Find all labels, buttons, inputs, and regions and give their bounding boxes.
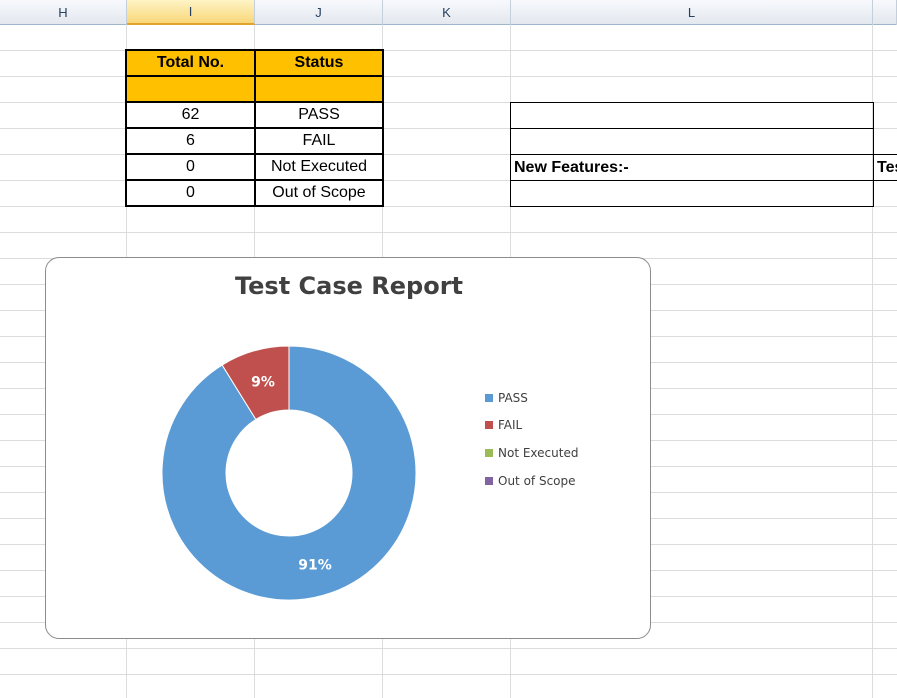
legend-swatch-pass [485, 394, 493, 402]
status-cell-out-of-scope[interactable]: Out of Scope [254, 179, 384, 207]
legend-item-fail: FAIL [485, 418, 522, 432]
column-header-i[interactable]: I [127, 0, 255, 25]
empty-header-cell-total[interactable] [125, 75, 256, 103]
legend-swatch-fail [485, 421, 493, 429]
column-header-k[interactable]: K [383, 0, 511, 25]
total-cell-not-executed[interactable]: 0 [125, 153, 256, 181]
data-label-fail: 9% [251, 375, 275, 391]
legend-label-out-of-scope: Out of Scope [498, 474, 576, 488]
total-cell-out-of-scope[interactable]: 0 [125, 179, 256, 207]
legend-item-not-executed: Not Executed [485, 446, 578, 460]
status-cell-not-executed[interactable]: Not Executed [254, 153, 384, 181]
status-cell-fail[interactable]: FAIL [254, 127, 384, 155]
legend-label-pass: PASS [498, 391, 528, 405]
l-cell-row2[interactable] [510, 128, 874, 155]
l-cell-row4[interactable] [510, 180, 874, 207]
total-cell-pass[interactable]: 62 [125, 101, 256, 129]
total-cell-fail[interactable]: 6 [125, 127, 256, 155]
legend-swatch-not-executed [485, 449, 493, 457]
l-cell-row1[interactable] [510, 102, 874, 129]
new-features-cell[interactable]: New Features:- [510, 154, 874, 181]
data-label-pass: 91% [298, 557, 332, 573]
column-header-l[interactable]: L [511, 0, 873, 25]
legend-item-pass: PASS [485, 391, 528, 405]
column-header-j[interactable]: J [255, 0, 383, 25]
clipped-cell[interactable]: Tes [873, 154, 897, 181]
column-header-m[interactable] [873, 0, 897, 25]
chart-area[interactable]: Test Case Report 91% 9% PASS FAIL Not Exe… [45, 257, 651, 639]
column-header-h[interactable]: H [0, 0, 127, 25]
status-cell-pass[interactable]: PASS [254, 101, 384, 129]
legend-label-not-executed: Not Executed [498, 446, 579, 460]
legend-swatch-out-of-scope [485, 477, 493, 485]
header-total-cell[interactable]: Total No. [125, 49, 256, 77]
legend-item-out-of-scope: Out of Scope [485, 474, 576, 488]
header-status-cell[interactable]: Status [254, 49, 384, 77]
legend-label-fail: FAIL [498, 418, 523, 432]
empty-header-cell-status[interactable] [254, 75, 384, 103]
